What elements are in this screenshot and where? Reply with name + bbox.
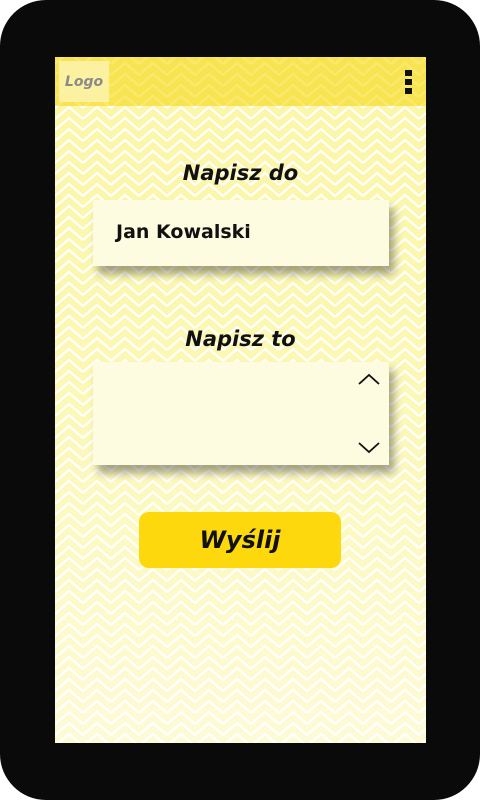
top-bar: Logo	[55, 57, 426, 106]
logo[interactable]: Logo	[59, 61, 109, 102]
recipient-value: Jan Kowalski	[116, 221, 251, 243]
message-label: Napisz to	[185, 327, 296, 351]
chevron-down-icon[interactable]	[357, 441, 381, 455]
message-textarea[interactable]	[93, 362, 389, 465]
recipient-label: Napisz do	[182, 161, 299, 185]
menu-dot	[404, 70, 412, 76]
phone-frame: Logo Napisz do Jan Kowalski Napisz to Wy…	[0, 0, 480, 800]
menu-dot	[404, 79, 412, 85]
recipient-field[interactable]: Jan Kowalski	[93, 200, 389, 266]
app-screen: Logo Napisz do Jan Kowalski Napisz to Wy…	[55, 57, 426, 743]
send-button[interactable]: Wyślij	[139, 512, 341, 568]
menu-dot	[404, 88, 412, 94]
more-vertical-icon[interactable]	[404, 70, 412, 94]
chevron-up-icon[interactable]	[357, 372, 381, 386]
